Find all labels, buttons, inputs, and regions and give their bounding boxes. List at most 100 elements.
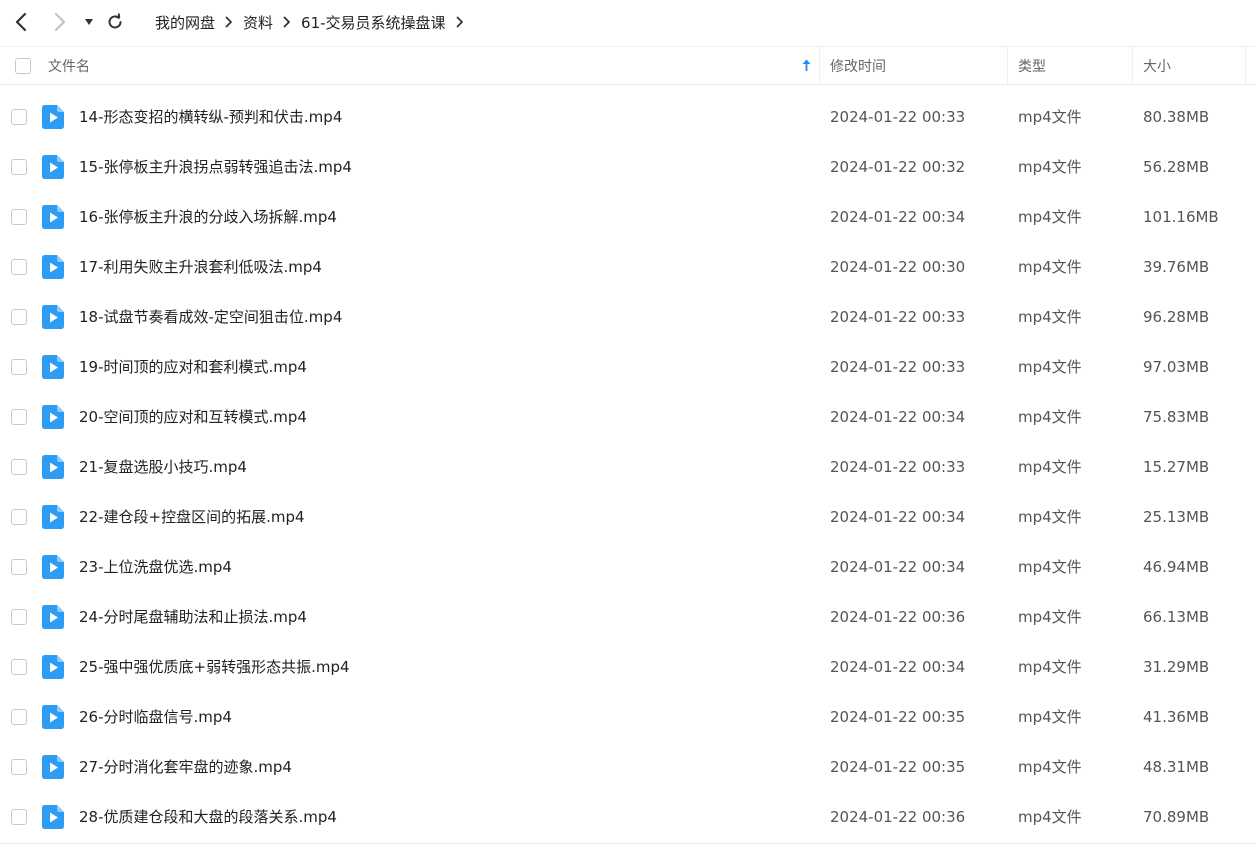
file-modified-time: 2024-01-22 00:34: [830, 208, 966, 226]
row-checkbox[interactable]: [11, 409, 27, 425]
chevron-right-icon: [225, 16, 233, 28]
file-modified-time: 2024-01-22 00:35: [830, 708, 966, 726]
chevron-left-icon: [15, 12, 27, 32]
row-checkbox[interactable]: [11, 559, 27, 575]
caret-down-icon: [85, 19, 93, 25]
file-modified-time: 2024-01-22 00:36: [830, 608, 966, 626]
row-checkbox[interactable]: [11, 109, 27, 125]
file-row[interactable]: 14-形态变招的横转纵-预判和伏击.mp4 2024-01-22 00:33 mp4…: [0, 92, 1256, 142]
file-list-header: 文件名 修改时间 类型 大小: [0, 46, 1256, 85]
file-name[interactable]: 25-强中强优质底+弱转强形态共振.mp4: [79, 642, 350, 692]
row-checkbox[interactable]: [11, 759, 27, 775]
file-type: mp4文件: [1018, 708, 1082, 726]
file-modified-time: 2024-01-22 00:33: [830, 308, 966, 326]
file-row[interactable]: 15-张停板主升浪拐点弱转强追击法.mp4 2024-01-22 00:32 mp4…: [0, 142, 1256, 192]
file-name[interactable]: 20-空间顶的应对和互转模式.mp4: [79, 392, 307, 442]
file-row[interactable]: 28-优质建仓段和大盘的段落关系.mp4 2024-01-22 00:36 mp4文…: [0, 792, 1256, 842]
file-type: mp4文件: [1018, 658, 1082, 676]
forward-button[interactable]: [47, 9, 73, 35]
file-size: 80.38MB: [1143, 108, 1210, 126]
row-checkbox[interactable]: [11, 309, 27, 325]
file-modified-time: 2024-01-22 00:30: [830, 258, 966, 276]
breadcrumb-item-current-folder[interactable]: 61-交易员系统操盘课: [301, 12, 446, 33]
file-size: 96.28MB: [1143, 308, 1210, 326]
file-name[interactable]: 28-优质建仓段和大盘的段落关系.mp4: [79, 792, 337, 842]
file-modified-time: 2024-01-22 00:34: [830, 658, 966, 676]
column-divider[interactable]: [819, 47, 820, 84]
file-row[interactable]: 25-强中强优质底+弱转强形态共振.mp4 2024-01-22 00:34 mp4…: [0, 642, 1256, 692]
video-file-icon: [42, 105, 64, 129]
file-name[interactable]: 26-分时临盘信号.mp4: [79, 692, 232, 742]
file-name[interactable]: 23-上位洗盘优选.mp4: [79, 542, 232, 592]
file-row[interactable]: 27-分时消化套牢盘的迹象.mp4 2024-01-22 00:35 mp4文件 48…: [0, 742, 1256, 792]
file-name[interactable]: 17-利用失败主升浪套利低吸法.mp4: [79, 242, 322, 292]
file-name[interactable]: 19-时间顶的应对和套利模式.mp4: [79, 342, 307, 392]
file-name[interactable]: 22-建仓段+控盘区间的拓展.mp4: [79, 492, 305, 542]
file-row[interactable]: 18-试盘节奏看成效-定空间狙击位.mp4 2024-01-22 00:33 mp4…: [0, 292, 1256, 342]
breadcrumb-item-materials[interactable]: 资料: [243, 12, 273, 33]
file-modified-time: 2024-01-22 00:34: [830, 508, 966, 526]
row-checkbox[interactable]: [11, 209, 27, 225]
file-name[interactable]: 16-张停板主升浪的分歧入场拆解.mp4: [79, 192, 337, 242]
file-type: mp4文件: [1018, 308, 1082, 326]
select-all-checkbox[interactable]: [15, 47, 31, 84]
file-type: mp4文件: [1018, 258, 1082, 276]
row-checkbox[interactable]: [11, 709, 27, 725]
row-checkbox[interactable]: [11, 259, 27, 275]
file-size: 97.03MB: [1143, 358, 1210, 376]
file-row[interactable]: 21-复盘选股小技巧.mp4 2024-01-22 00:33 mp4文件 15.27…: [0, 442, 1256, 492]
row-checkbox[interactable]: [11, 359, 27, 375]
file-modified-time: 2024-01-22 00:33: [830, 358, 966, 376]
file-row[interactable]: 26-分时临盘信号.mp4 2024-01-22 00:35 mp4文件 41.36M…: [0, 692, 1256, 742]
file-name[interactable]: 18-试盘节奏看成效-定空间狙击位.mp4: [79, 292, 342, 342]
file-modified-time: 2024-01-22 00:35: [830, 758, 966, 776]
file-type: mp4文件: [1018, 458, 1082, 476]
file-modified-time: 2024-01-22 00:33: [830, 458, 966, 476]
refresh-button[interactable]: [102, 9, 128, 35]
file-row[interactable]: 24-分时尾盘辅助法和止损法.mp4 2024-01-22 00:36 mp4文件 6…: [0, 592, 1256, 642]
video-file-icon: [42, 555, 64, 579]
video-file-icon: [42, 155, 64, 179]
file-row[interactable]: 20-空间顶的应对和互转模式.mp4 2024-01-22 00:34 mp4文件 7…: [0, 392, 1256, 442]
column-header-type[interactable]: 类型: [1018, 47, 1046, 84]
file-modified-time: 2024-01-22 00:34: [830, 408, 966, 426]
column-header-name[interactable]: 文件名: [48, 47, 818, 84]
file-size: 15.27MB: [1143, 458, 1210, 476]
row-checkbox[interactable]: [11, 159, 27, 175]
row-checkbox[interactable]: [11, 459, 27, 475]
video-file-icon: [42, 755, 64, 779]
history-dropdown-button[interactable]: [76, 9, 102, 35]
column-divider[interactable]: [1132, 47, 1133, 84]
row-checkbox[interactable]: [11, 509, 27, 525]
breadcrumb-item-my-drive[interactable]: 我的网盘: [155, 12, 215, 33]
file-row[interactable]: 23-上位洗盘优选.mp4 2024-01-22 00:34 mp4文件 46.94M…: [0, 542, 1256, 592]
file-name[interactable]: 27-分时消化套牢盘的迹象.mp4: [79, 742, 292, 792]
file-row[interactable]: 16-张停板主升浪的分歧入场拆解.mp4 2024-01-22 00:34 mp4文…: [0, 192, 1256, 242]
row-checkbox[interactable]: [11, 659, 27, 675]
column-divider[interactable]: [1007, 47, 1008, 84]
file-row[interactable]: 22-建仓段+控盘区间的拓展.mp4 2024-01-22 00:34 mp4文件 2…: [0, 492, 1256, 542]
column-header-size[interactable]: 大小: [1143, 47, 1171, 84]
file-name[interactable]: 14-形态变招的横转纵-预判和伏击.mp4: [79, 92, 342, 142]
toolbar: 我的网盘 资料 61-交易员系统操盘课: [0, 0, 1256, 46]
chevron-right-icon[interactable]: [456, 16, 464, 28]
refresh-icon: [108, 13, 122, 29]
row-checkbox[interactable]: [11, 609, 27, 625]
video-file-icon: [42, 305, 64, 329]
file-size: 48.31MB: [1143, 758, 1210, 776]
file-type: mp4文件: [1018, 358, 1082, 376]
back-button[interactable]: [8, 9, 34, 35]
file-size: 39.76MB: [1143, 258, 1210, 276]
file-name[interactable]: 21-复盘选股小技巧.mp4: [79, 442, 247, 492]
file-name[interactable]: 15-张停板主升浪拐点弱转强追击法.mp4: [79, 142, 352, 192]
file-modified-time: 2024-01-22 00:36: [830, 808, 966, 826]
file-name[interactable]: 24-分时尾盘辅助法和止损法.mp4: [79, 592, 307, 642]
file-type: mp4文件: [1018, 758, 1082, 776]
file-row[interactable]: 19-时间顶的应对和套利模式.mp4 2024-01-22 00:33 mp4文件 9…: [0, 342, 1256, 392]
row-checkbox[interactable]: [11, 809, 27, 825]
column-divider[interactable]: [1245, 47, 1246, 84]
column-header-modified[interactable]: 修改时间: [830, 47, 886, 84]
file-row[interactable]: 17-利用失败主升浪套利低吸法.mp4 2024-01-22 00:30 mp4文件…: [0, 242, 1256, 292]
video-file-icon: [42, 605, 64, 629]
file-modified-time: 2024-01-22 00:32: [830, 158, 966, 176]
